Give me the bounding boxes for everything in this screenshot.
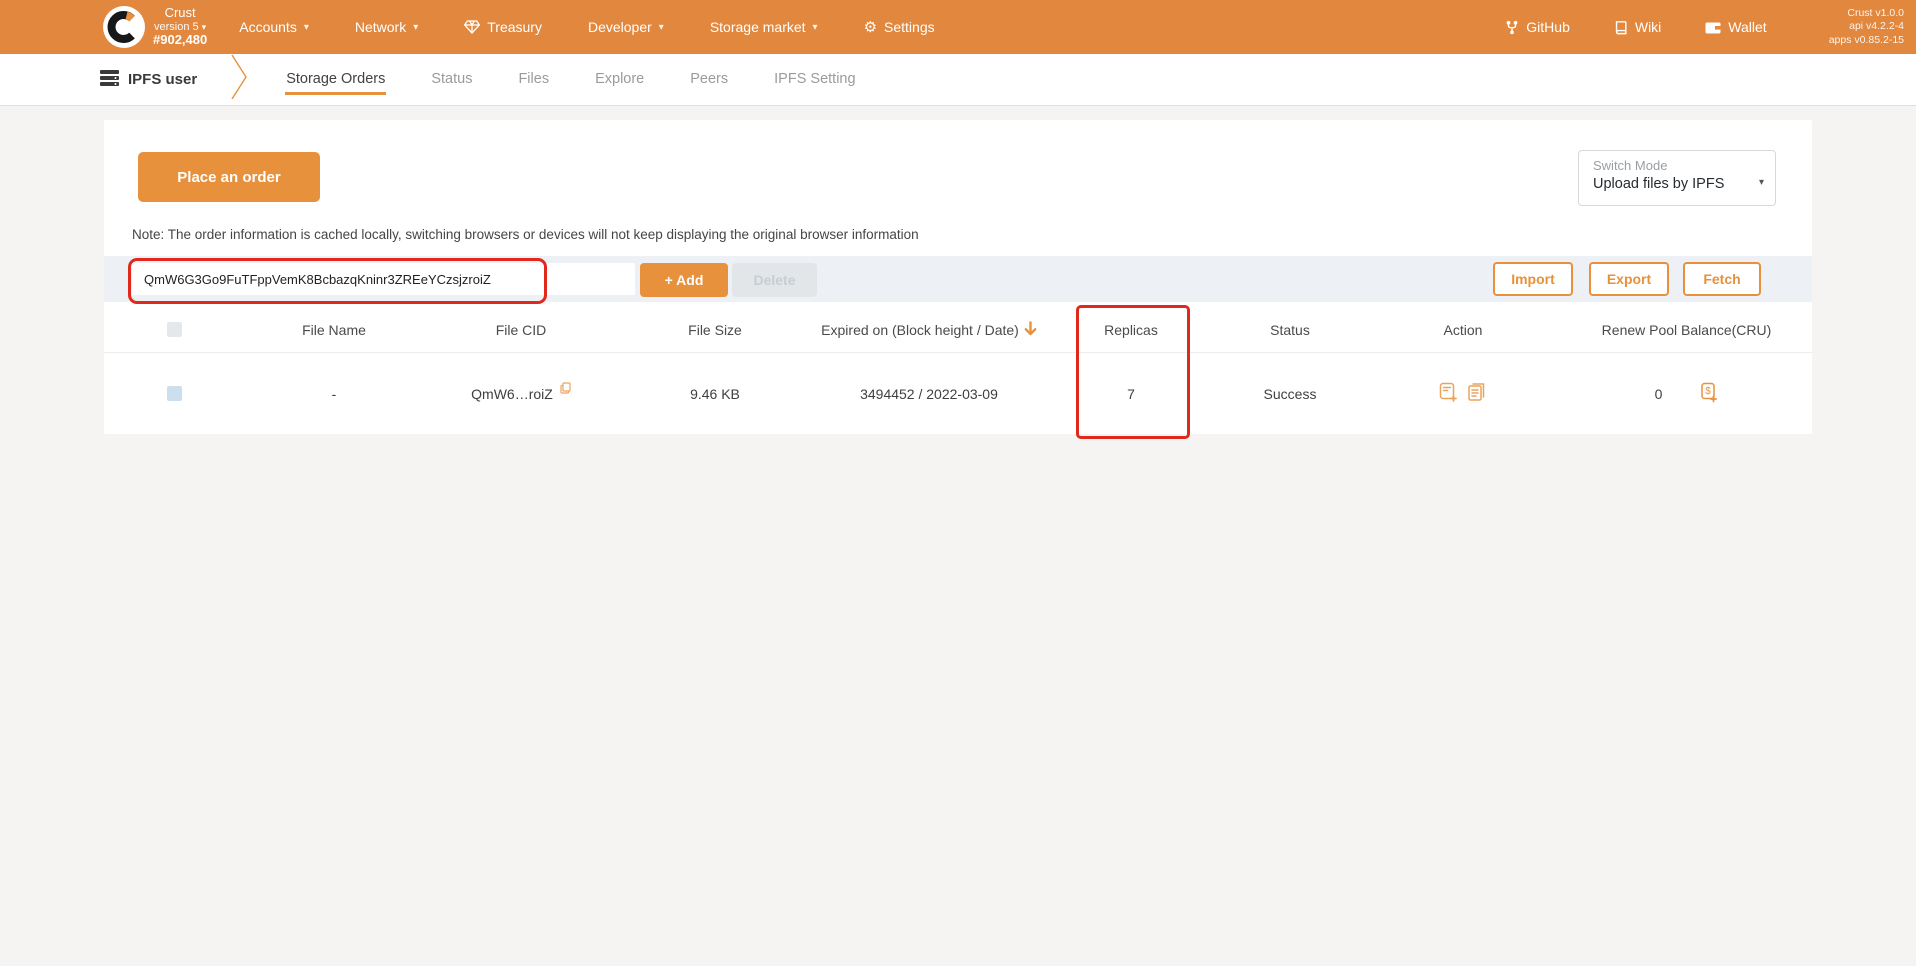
table-row: - QmW6…roiZ 9.46 KB 3494452 / 2022-03-09… (104, 352, 1812, 434)
block-number: #902,480 (153, 33, 207, 48)
runtime-version: Crust v1.0.0 (1829, 7, 1904, 21)
sort-descending-icon (1024, 321, 1037, 339)
chevron-down-icon: ▾ (1759, 177, 1764, 188)
add-button[interactable]: + Add (640, 263, 728, 297)
row-replicas: 7 (1047, 386, 1215, 402)
export-button[interactable]: Export (1589, 262, 1669, 296)
cache-note-text: Note: The order information is cached lo… (132, 227, 919, 242)
add-balance-icon[interactable]: $ (1700, 382, 1718, 406)
sidebar-item-ipfs-user[interactable]: IPFS user (100, 70, 197, 90)
delete-button[interactable]: Delete (732, 263, 817, 297)
cid-input[interactable] (132, 263, 635, 295)
apps-version: apps v0.85.2-15 (1829, 34, 1904, 48)
copy-orders-icon[interactable] (1467, 382, 1487, 405)
row-file-cid: QmW6…roiZ (423, 386, 619, 402)
chevron-down-icon: ▾ (413, 22, 418, 33)
col-expired-on-sort[interactable]: Expired on (Block height / Date) (811, 321, 1047, 339)
gem-icon (464, 20, 480, 34)
book-icon (1614, 20, 1628, 35)
chevron-down-icon: ▾ (813, 22, 818, 33)
link-wiki[interactable]: Wiki (1614, 19, 1661, 35)
tab-ipfs-setting[interactable]: IPFS Setting (773, 65, 856, 95)
breadcrumb-app-label: IPFS user (128, 71, 197, 88)
row-checkbox[interactable] (167, 386, 182, 401)
row-file-name: - (245, 386, 423, 402)
chain-version-selector[interactable]: Crust version 5▾ #902,480 (153, 6, 207, 49)
row-expired-on: 3494452 / 2022-03-09 (811, 386, 1047, 402)
tab-bar: Storage Orders Status Files Explore Peer… (285, 65, 856, 95)
storage-orders-card: Place an order Switch Mode Upload files … (104, 120, 1812, 434)
copy-cid-icon[interactable] (560, 382, 571, 394)
page: Crust version 5▾ #902,480 Accounts ▾ Net… (0, 0, 1916, 966)
brand-version: version 5 (154, 21, 199, 33)
col-action: Action (1365, 322, 1561, 338)
breadcrumb-chevron-icon (229, 54, 249, 105)
menu-network[interactable]: Network ▾ (355, 19, 418, 35)
tab-peers[interactable]: Peers (689, 65, 729, 95)
col-status: Status (1215, 322, 1365, 338)
switch-mode-label: Switch Mode (1593, 158, 1749, 173)
gear-icon: ⚙ (864, 20, 877, 35)
api-version: api v4.2.2-4 (1829, 20, 1904, 34)
external-links: GitHub Wiki Wallet (1505, 19, 1766, 35)
select-all-checkbox[interactable] (167, 322, 182, 337)
row-renew-pool: 0 $ (1561, 382, 1812, 406)
top-header-bar: Crust version 5▾ #902,480 Accounts ▾ Net… (0, 0, 1916, 54)
menu-settings[interactable]: ⚙ Settings (864, 19, 935, 35)
menu-treasury[interactable]: Treasury (464, 19, 542, 35)
server-stack-icon (100, 70, 119, 90)
tab-explore[interactable]: Explore (594, 65, 645, 95)
row-status: Success (1215, 386, 1365, 402)
switch-mode-value: Upload files by IPFS (1593, 176, 1749, 192)
col-renew-pool-balance: Renew Pool Balance(CRU) (1561, 322, 1812, 338)
tab-storage-orders[interactable]: Storage Orders (285, 65, 386, 95)
subnav-bar: IPFS user Storage Orders Status Files Ex… (0, 54, 1916, 106)
table-header: File Name File CID File Size Expired on … (104, 307, 1812, 352)
tab-files[interactable]: Files (517, 65, 550, 95)
main-menu: Accounts ▾ Network ▾ Treasury Developer … (239, 19, 934, 35)
menu-developer[interactable]: Developer ▾ (588, 19, 664, 35)
brand-name: Crust (153, 6, 207, 21)
link-wallet[interactable]: Wallet (1705, 19, 1766, 35)
crust-logo-icon[interactable] (103, 6, 145, 48)
col-replicas: Replicas (1047, 322, 1215, 338)
import-button[interactable]: Import (1493, 262, 1573, 296)
fetch-button[interactable]: Fetch (1683, 262, 1761, 296)
renew-order-icon[interactable] (1439, 382, 1458, 406)
row-file-size: 9.46 KB (619, 386, 811, 402)
col-file-size: File Size (619, 322, 811, 338)
link-github[interactable]: GitHub (1505, 19, 1570, 35)
switch-mode-select[interactable]: Switch Mode Upload files by IPFS ▾ (1578, 150, 1776, 206)
tab-status[interactable]: Status (430, 65, 473, 95)
menu-accounts[interactable]: Accounts ▾ (239, 19, 309, 35)
svg-text:$: $ (1706, 386, 1712, 397)
place-order-button[interactable]: Place an order (138, 152, 320, 202)
menu-storage-market[interactable]: Storage market ▾ (710, 19, 818, 35)
row-actions (1365, 382, 1561, 406)
wallet-icon (1705, 20, 1721, 34)
col-file-cid: File CID (423, 322, 619, 338)
row-renew-balance: 0 (1655, 386, 1663, 402)
version-info: Crust v1.0.0 api v4.2.2-4 apps v0.85.2-1… (1829, 7, 1904, 48)
chevron-down-icon: ▾ (659, 22, 664, 33)
col-file-name: File Name (245, 322, 423, 338)
chevron-down-icon: ▾ (202, 22, 207, 32)
github-fork-icon (1505, 20, 1519, 35)
chevron-down-icon: ▾ (304, 22, 309, 33)
